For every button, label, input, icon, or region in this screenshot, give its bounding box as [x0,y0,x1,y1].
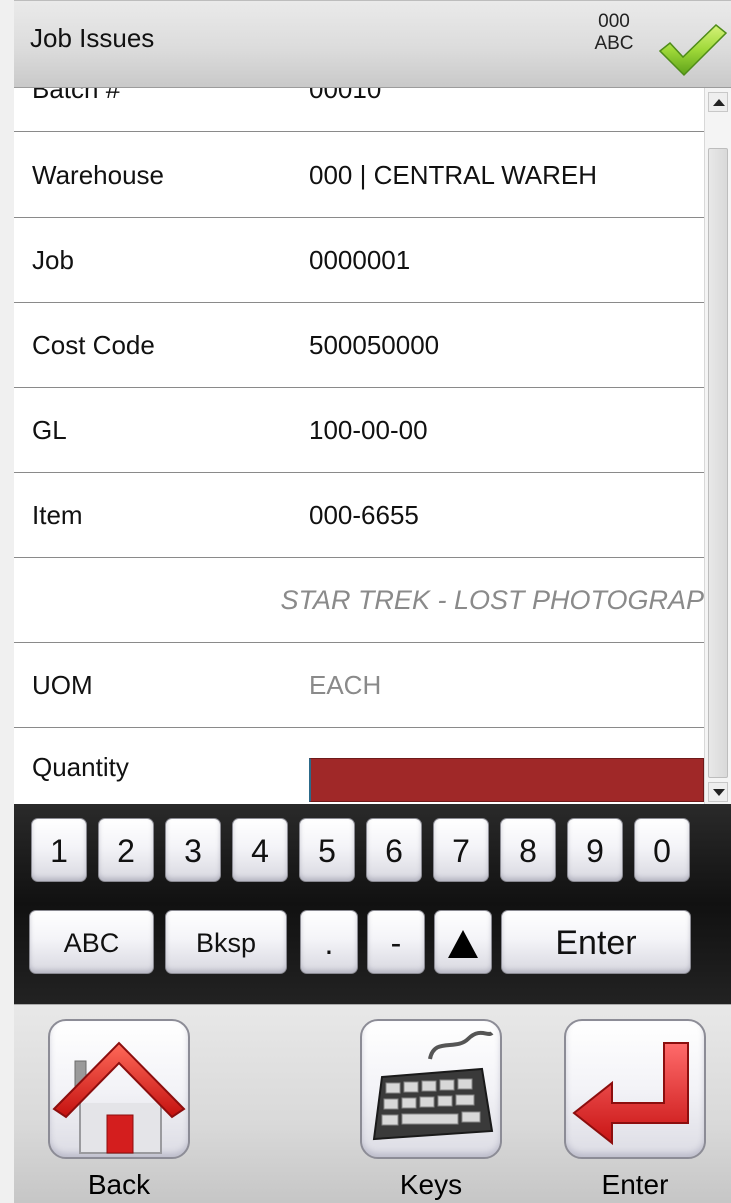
key-dot[interactable]: . [300,910,358,974]
key-backspace[interactable]: Bksp [165,910,287,974]
enter-arrow-icon [572,1042,689,1146]
value-job: 0000001 [309,245,411,275]
key-7[interactable]: 7 [433,818,489,882]
key-1[interactable]: 1 [31,818,87,882]
key-minus[interactable]: - [367,910,425,974]
key-4[interactable]: 4 [232,818,288,882]
row-item-description: STAR TREK - LOST PHOTOGRAP [14,559,704,643]
app-frame: Job Issues 000 ABC Batch # 00010 Warehou… [14,0,731,1203]
key-6[interactable]: 6 [366,818,422,882]
row-job[interactable]: Job 0000001 [14,219,704,303]
label-gl: GL [32,415,67,445]
header-bar: Job Issues 000 ABC [14,0,731,88]
enter-button[interactable]: Enter [564,1019,706,1203]
company-code: 000 ABC [584,11,644,55]
back-label: Back [87,1169,151,1200]
label-uom: UOM [32,670,93,700]
scroll-down-arrow-icon[interactable] [708,782,728,802]
row-cost-code[interactable]: Cost Code 500050000 [14,304,704,388]
code-letters: ABC [594,33,634,54]
label-warehouse: Warehouse [32,160,164,190]
key-0[interactable]: 0 [634,818,690,882]
scrollbar-thumb[interactable] [708,148,728,778]
item-description: STAR TREK - LOST PHOTOGRAP [280,585,704,615]
scroll-up-arrow-icon[interactable] [708,92,728,112]
home-icon [52,1041,186,1154]
row-batch[interactable]: Batch # 00010 [14,88,704,132]
key-3[interactable]: 3 [165,818,221,882]
key-9[interactable]: 9 [567,818,623,882]
quantity-input[interactable] [309,758,704,802]
key-8[interactable]: 8 [500,818,556,882]
label-batch: Batch # [32,88,121,104]
shift-up-icon[interactable] [434,910,492,974]
row-gl[interactable]: GL 100-00-00 [14,389,704,473]
row-warehouse[interactable]: Warehouse 000 | CENTRAL WAREH [14,134,704,218]
key-5[interactable]: 5 [299,818,355,882]
form-list[interactable]: Batch # 00010 Warehouse 000 | CENTRAL WA… [14,88,704,804]
value-item: 000-6655 [309,500,419,530]
bottom-nav: Back Keys Enter [14,1004,731,1203]
check-icon[interactable] [656,21,728,79]
row-item[interactable]: Item 000-6655 [14,474,704,558]
code-number: 000 [598,11,630,32]
label-item: Item [32,500,83,530]
label-quantity: Quantity [32,752,129,782]
page-title: Job Issues [30,23,155,53]
label-cost-code: Cost Code [32,330,155,360]
value-uom: EACH [309,670,382,700]
value-gl: 100-00-00 [309,415,428,445]
row-uom[interactable]: UOM EACH [14,644,704,728]
numeric-keypad: 1 2 3 4 5 6 7 8 9 0 ABC Bksp . - Enter [14,804,731,1004]
label-job: Job [32,245,74,275]
form-scrollbar[interactable] [704,88,731,804]
back-button[interactable]: Back [48,1019,190,1203]
keys-label: Keys [399,1169,463,1200]
enter-label: Enter [601,1169,669,1200]
key-abc[interactable]: ABC [29,910,154,974]
row-quantity[interactable]: Quantity [14,726,704,804]
key-2[interactable]: 2 [98,818,154,882]
value-cost-code: 500050000 [309,330,440,360]
key-enter[interactable]: Enter [501,910,691,974]
keys-button[interactable]: Keys [360,1019,502,1203]
value-warehouse: 000 | CENTRAL WAREH [309,160,598,190]
keyboard-icon [372,1030,494,1141]
value-batch: 00010 [309,88,382,104]
